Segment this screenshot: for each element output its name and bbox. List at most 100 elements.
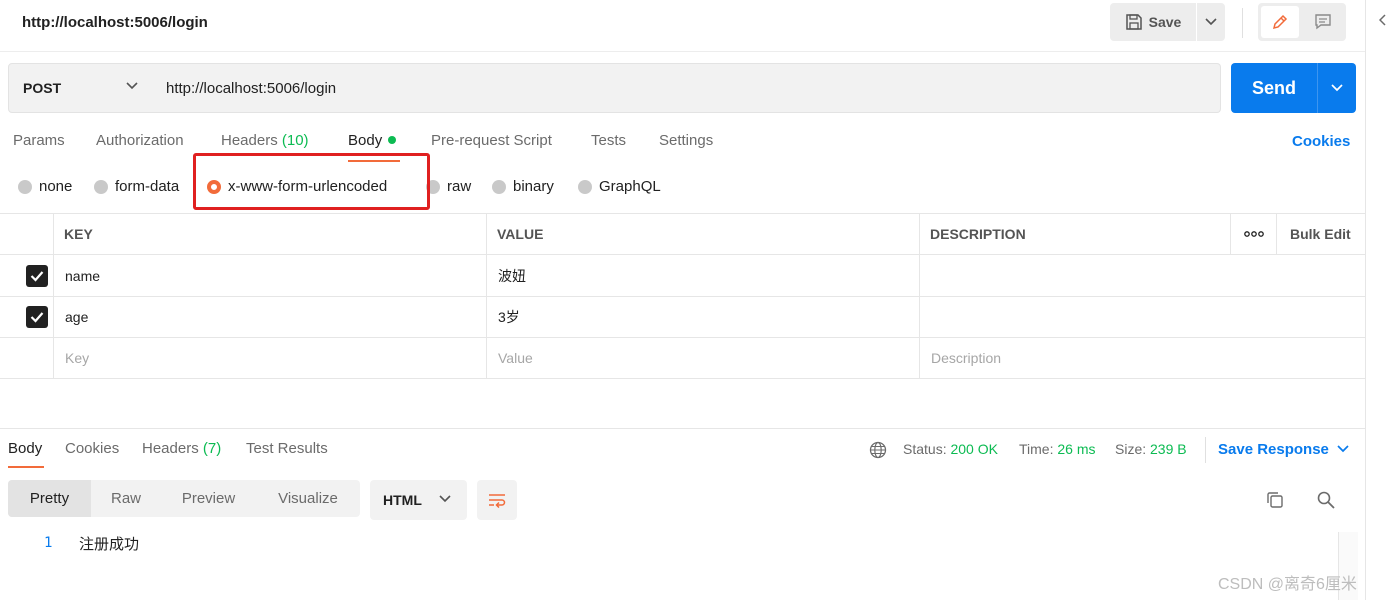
column-header-value: VALUE — [497, 226, 544, 242]
tab-pre-request-script[interactable]: Pre-request Script — [431, 132, 552, 149]
tab-settings[interactable]: Settings — [659, 132, 713, 149]
method-select[interactable]: POST — [8, 63, 153, 113]
wrap-lines-button[interactable] — [477, 480, 517, 520]
radio-label: form-data — [115, 178, 180, 195]
param-key[interactable]: age — [54, 296, 88, 337]
line-number: 1 — [44, 535, 53, 551]
status-label: Status: — [903, 441, 947, 457]
radio-circle — [578, 179, 592, 194]
response-tab-body[interactable]: Body — [8, 440, 42, 457]
radio-circle — [18, 179, 32, 194]
save-label: Save — [1148, 14, 1182, 30]
right-sidebar — [1365, 0, 1390, 600]
save-button[interactable]: Save — [1110, 3, 1196, 41]
radio-binary[interactable]: binary — [492, 178, 554, 195]
row-checkbox[interactable] — [26, 265, 48, 287]
status-value: 200 OK — [950, 441, 998, 457]
radio-graphql[interactable]: GraphQL — [578, 178, 661, 195]
radio-raw[interactable]: raw — [426, 178, 471, 195]
new-description-input[interactable]: Description — [920, 337, 1001, 378]
tab-tests[interactable]: Tests — [591, 132, 626, 149]
new-key-input[interactable]: Key — [54, 337, 89, 378]
save-response-button[interactable]: Save Response — [1218, 441, 1329, 458]
radio-label: none — [39, 178, 73, 195]
format-label: HTML — [383, 492, 422, 508]
request-title[interactable]: http://localhost:5006/login — [22, 14, 208, 31]
radio-label: GraphQL — [599, 178, 661, 195]
table-header-row: KEY VALUE DESCRIPTION Bulk Edit — [0, 213, 1365, 255]
check-icon — [30, 271, 44, 282]
chevron-left-icon[interactable] — [1379, 14, 1387, 26]
tab-headers[interactable]: Headers (10) — [221, 132, 309, 149]
response-tab-test-results[interactable]: Test Results — [246, 440, 328, 457]
response-tab-headers-count: (7) — [202, 440, 222, 457]
param-description[interactable] — [920, 296, 931, 337]
send-options-button[interactable] — [1317, 63, 1356, 113]
method-label: POST — [23, 80, 62, 96]
column-header-description: DESCRIPTION — [930, 226, 1026, 242]
tab-body[interactable]: Body — [348, 132, 397, 149]
radio-form-data[interactable]: form-data — [94, 178, 179, 195]
time-label: Time: — [1019, 441, 1054, 457]
table-row: age 3岁 — [0, 296, 1365, 338]
column-header-key: KEY — [64, 226, 93, 242]
radio-circle — [492, 179, 506, 194]
response-tab-headers-label: Headers — [142, 440, 199, 457]
response-time: Time: 26 ms — [1019, 441, 1096, 457]
param-key[interactable]: name — [54, 255, 100, 296]
response-separator — [1205, 437, 1206, 463]
view-visualize[interactable]: Visualize — [256, 480, 360, 517]
documentation-mode-button[interactable] — [1304, 6, 1342, 38]
search-icon[interactable] — [1316, 490, 1336, 510]
table-row: name 波妞 — [0, 255, 1365, 297]
wrap-lines-icon — [489, 494, 506, 508]
param-value[interactable]: 波妞 — [487, 255, 526, 296]
radio-circle — [94, 179, 108, 194]
tab-headers-count: (10) — [281, 132, 309, 149]
send-button[interactable]: Send — [1231, 63, 1317, 113]
toolbar-divider — [1242, 8, 1243, 38]
view-preview[interactable]: Preview — [161, 480, 256, 517]
view-mode-toggle — [1258, 3, 1346, 41]
radio-label: binary — [513, 178, 554, 195]
copy-icon[interactable] — [1265, 490, 1285, 510]
check-icon — [30, 312, 44, 323]
chevron-down-icon — [1331, 84, 1343, 92]
tab-headers-label: Headers — [221, 132, 278, 149]
table-row-new: Key Value Description — [0, 337, 1365, 379]
save-options-button[interactable] — [1197, 3, 1225, 41]
chevron-down-icon[interactable] — [1337, 445, 1349, 453]
response-size: Size: 239 B — [1115, 441, 1187, 457]
response-status: Status: 200 OK — [903, 441, 998, 457]
more-options-icon[interactable] — [1232, 214, 1276, 254]
param-value[interactable]: 3岁 — [487, 296, 520, 337]
tab-params[interactable]: Params — [13, 132, 65, 149]
row-checkbox[interactable] — [26, 306, 48, 328]
response-tab-cookies[interactable]: Cookies — [65, 440, 119, 457]
response-divider[interactable] — [0, 428, 1365, 429]
url-input[interactable] — [152, 63, 1221, 113]
view-raw[interactable]: Raw — [91, 480, 161, 517]
tab-authorization[interactable]: Authorization — [96, 132, 184, 149]
comment-icon — [1315, 14, 1331, 30]
new-value-input[interactable]: Value — [487, 337, 533, 378]
ellipsis-icon — [1244, 231, 1264, 237]
globe-icon[interactable] — [869, 441, 887, 459]
size-label: Size: — [1115, 441, 1147, 457]
radio-label: raw — [447, 178, 472, 195]
pencil-icon — [1272, 14, 1288, 30]
radio-none[interactable]: none — [18, 178, 72, 195]
chevron-down-icon — [126, 82, 138, 90]
response-view-selector: Pretty Raw Preview Visualize — [8, 480, 360, 517]
response-tab-headers[interactable]: Headers (7) — [142, 440, 221, 457]
size-value: 239 B — [1150, 441, 1187, 457]
cookies-link[interactable]: Cookies — [1292, 133, 1350, 150]
bulk-edit-button[interactable]: Bulk Edit — [1290, 214, 1351, 254]
response-tab-underline — [8, 466, 44, 468]
response-format-select[interactable]: HTML — [370, 480, 467, 520]
param-description[interactable] — [920, 255, 931, 296]
save-icon — [1125, 14, 1142, 30]
time-value: 26 ms — [1057, 441, 1096, 457]
edit-mode-button[interactable] — [1261, 6, 1299, 38]
view-pretty[interactable]: Pretty — [8, 480, 91, 517]
